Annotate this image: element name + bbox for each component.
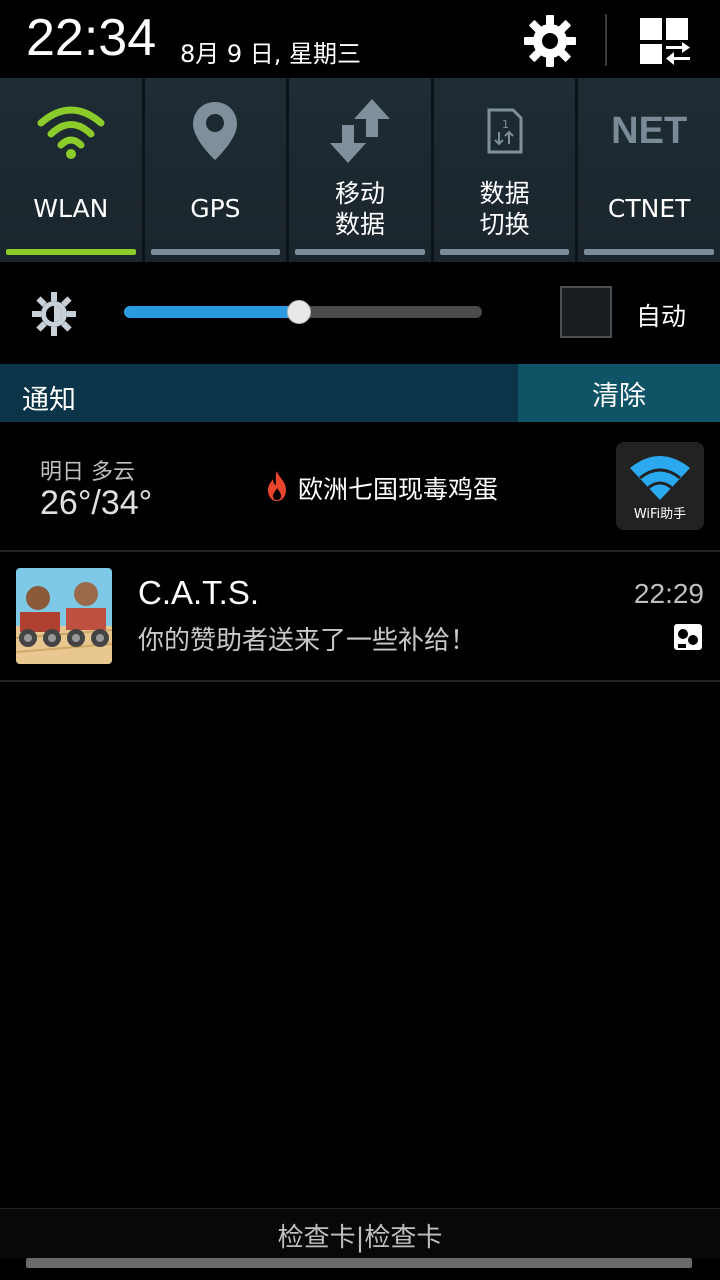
- toggle-ctnet[interactable]: NET CTNET: [578, 78, 720, 262]
- wifi-assistant-label: WiFi助手: [633, 507, 687, 522]
- grid-toggle-icon: [640, 18, 690, 65]
- notifications-title: 通知: [22, 385, 76, 416]
- news-headline[interactable]: 欧洲七国现毒鸡蛋: [298, 470, 498, 506]
- net-icon: NET: [611, 109, 688, 152]
- sim-switch-icon: 1: [487, 108, 523, 154]
- toggle-wlan[interactable]: WLAN: [0, 78, 142, 262]
- toggle-indicator: [6, 249, 136, 255]
- header-divider: [605, 14, 607, 66]
- weather-temperature: 26°/34°: [40, 484, 153, 522]
- toggle-label: 移动 数据: [334, 179, 385, 239]
- weather-label: 明日 多云: [40, 460, 135, 485]
- toggle-indicator: [295, 249, 425, 255]
- wifi-assistant-icon: [630, 456, 690, 500]
- clock: 22:34: [26, 9, 157, 67]
- location-pin-icon: [193, 102, 238, 160]
- clear-button[interactable]: 清除: [518, 364, 720, 422]
- divider: [0, 680, 720, 682]
- brightness-slider-fill: [124, 306, 300, 318]
- toggle-mobile-data[interactable]: 移动 数据: [289, 78, 431, 262]
- svg-text:1: 1: [502, 118, 509, 131]
- status-header: 22:34 8月 9 日, 星期三: [0, 0, 720, 78]
- toggle-gps[interactable]: GPS: [144, 78, 287, 262]
- brightness-icon: [32, 292, 76, 336]
- toggle-indicator: [439, 249, 570, 255]
- toggle-data-switch[interactable]: 1 数据 切换: [433, 78, 576, 262]
- toggle-indicator: [150, 249, 281, 255]
- edit-toggles-button[interactable]: [636, 14, 692, 68]
- gear-icon: [524, 15, 576, 67]
- toggle-label: GPS: [190, 194, 241, 223]
- toggle-label: 数据 切换: [479, 179, 530, 239]
- settings-button[interactable]: [520, 12, 580, 70]
- weather-notification[interactable]: 明日 多云 26°/34° 欧洲七国现毒鸡蛋 WiFi助手: [0, 422, 720, 550]
- drag-handle[interactable]: [26, 1258, 692, 1268]
- wifi-assistant-button[interactable]: WiFi助手: [616, 442, 704, 530]
- data-arrows-icon: [329, 99, 390, 163]
- quick-settings-panel: WLAN GPS 移动 数据 1 数据 切换 NET CTNET: [0, 78, 720, 262]
- cats-small-icon: [674, 624, 702, 650]
- notification-message: 你的赞助者送来了一些补给！: [138, 626, 477, 656]
- carrier-label: 检查卡|检查卡: [277, 1223, 443, 1253]
- carrier-footer: 检查卡|检查卡: [0, 1208, 720, 1258]
- wifi-icon: [37, 106, 105, 159]
- cats-notification[interactable]: C.A.T.S. 你的赞助者送来了一些补给！ 22:29: [0, 552, 720, 680]
- notifications-header: 通知 清除: [0, 364, 720, 422]
- brightness-slider[interactable]: [124, 300, 482, 324]
- date: 8月 9 日, 星期三: [180, 40, 362, 68]
- notification-title: C.A.T.S.: [138, 574, 260, 611]
- toggle-label: CTNET: [607, 194, 691, 223]
- flame-icon: [268, 471, 286, 501]
- notification-time: 22:29: [633, 578, 704, 609]
- toggle-indicator: [584, 249, 714, 255]
- auto-brightness-label: 自动: [636, 302, 687, 331]
- cats-app-icon: [16, 568, 112, 664]
- auto-brightness-checkbox[interactable]: [560, 286, 612, 338]
- toggle-label: WLAN: [33, 194, 109, 223]
